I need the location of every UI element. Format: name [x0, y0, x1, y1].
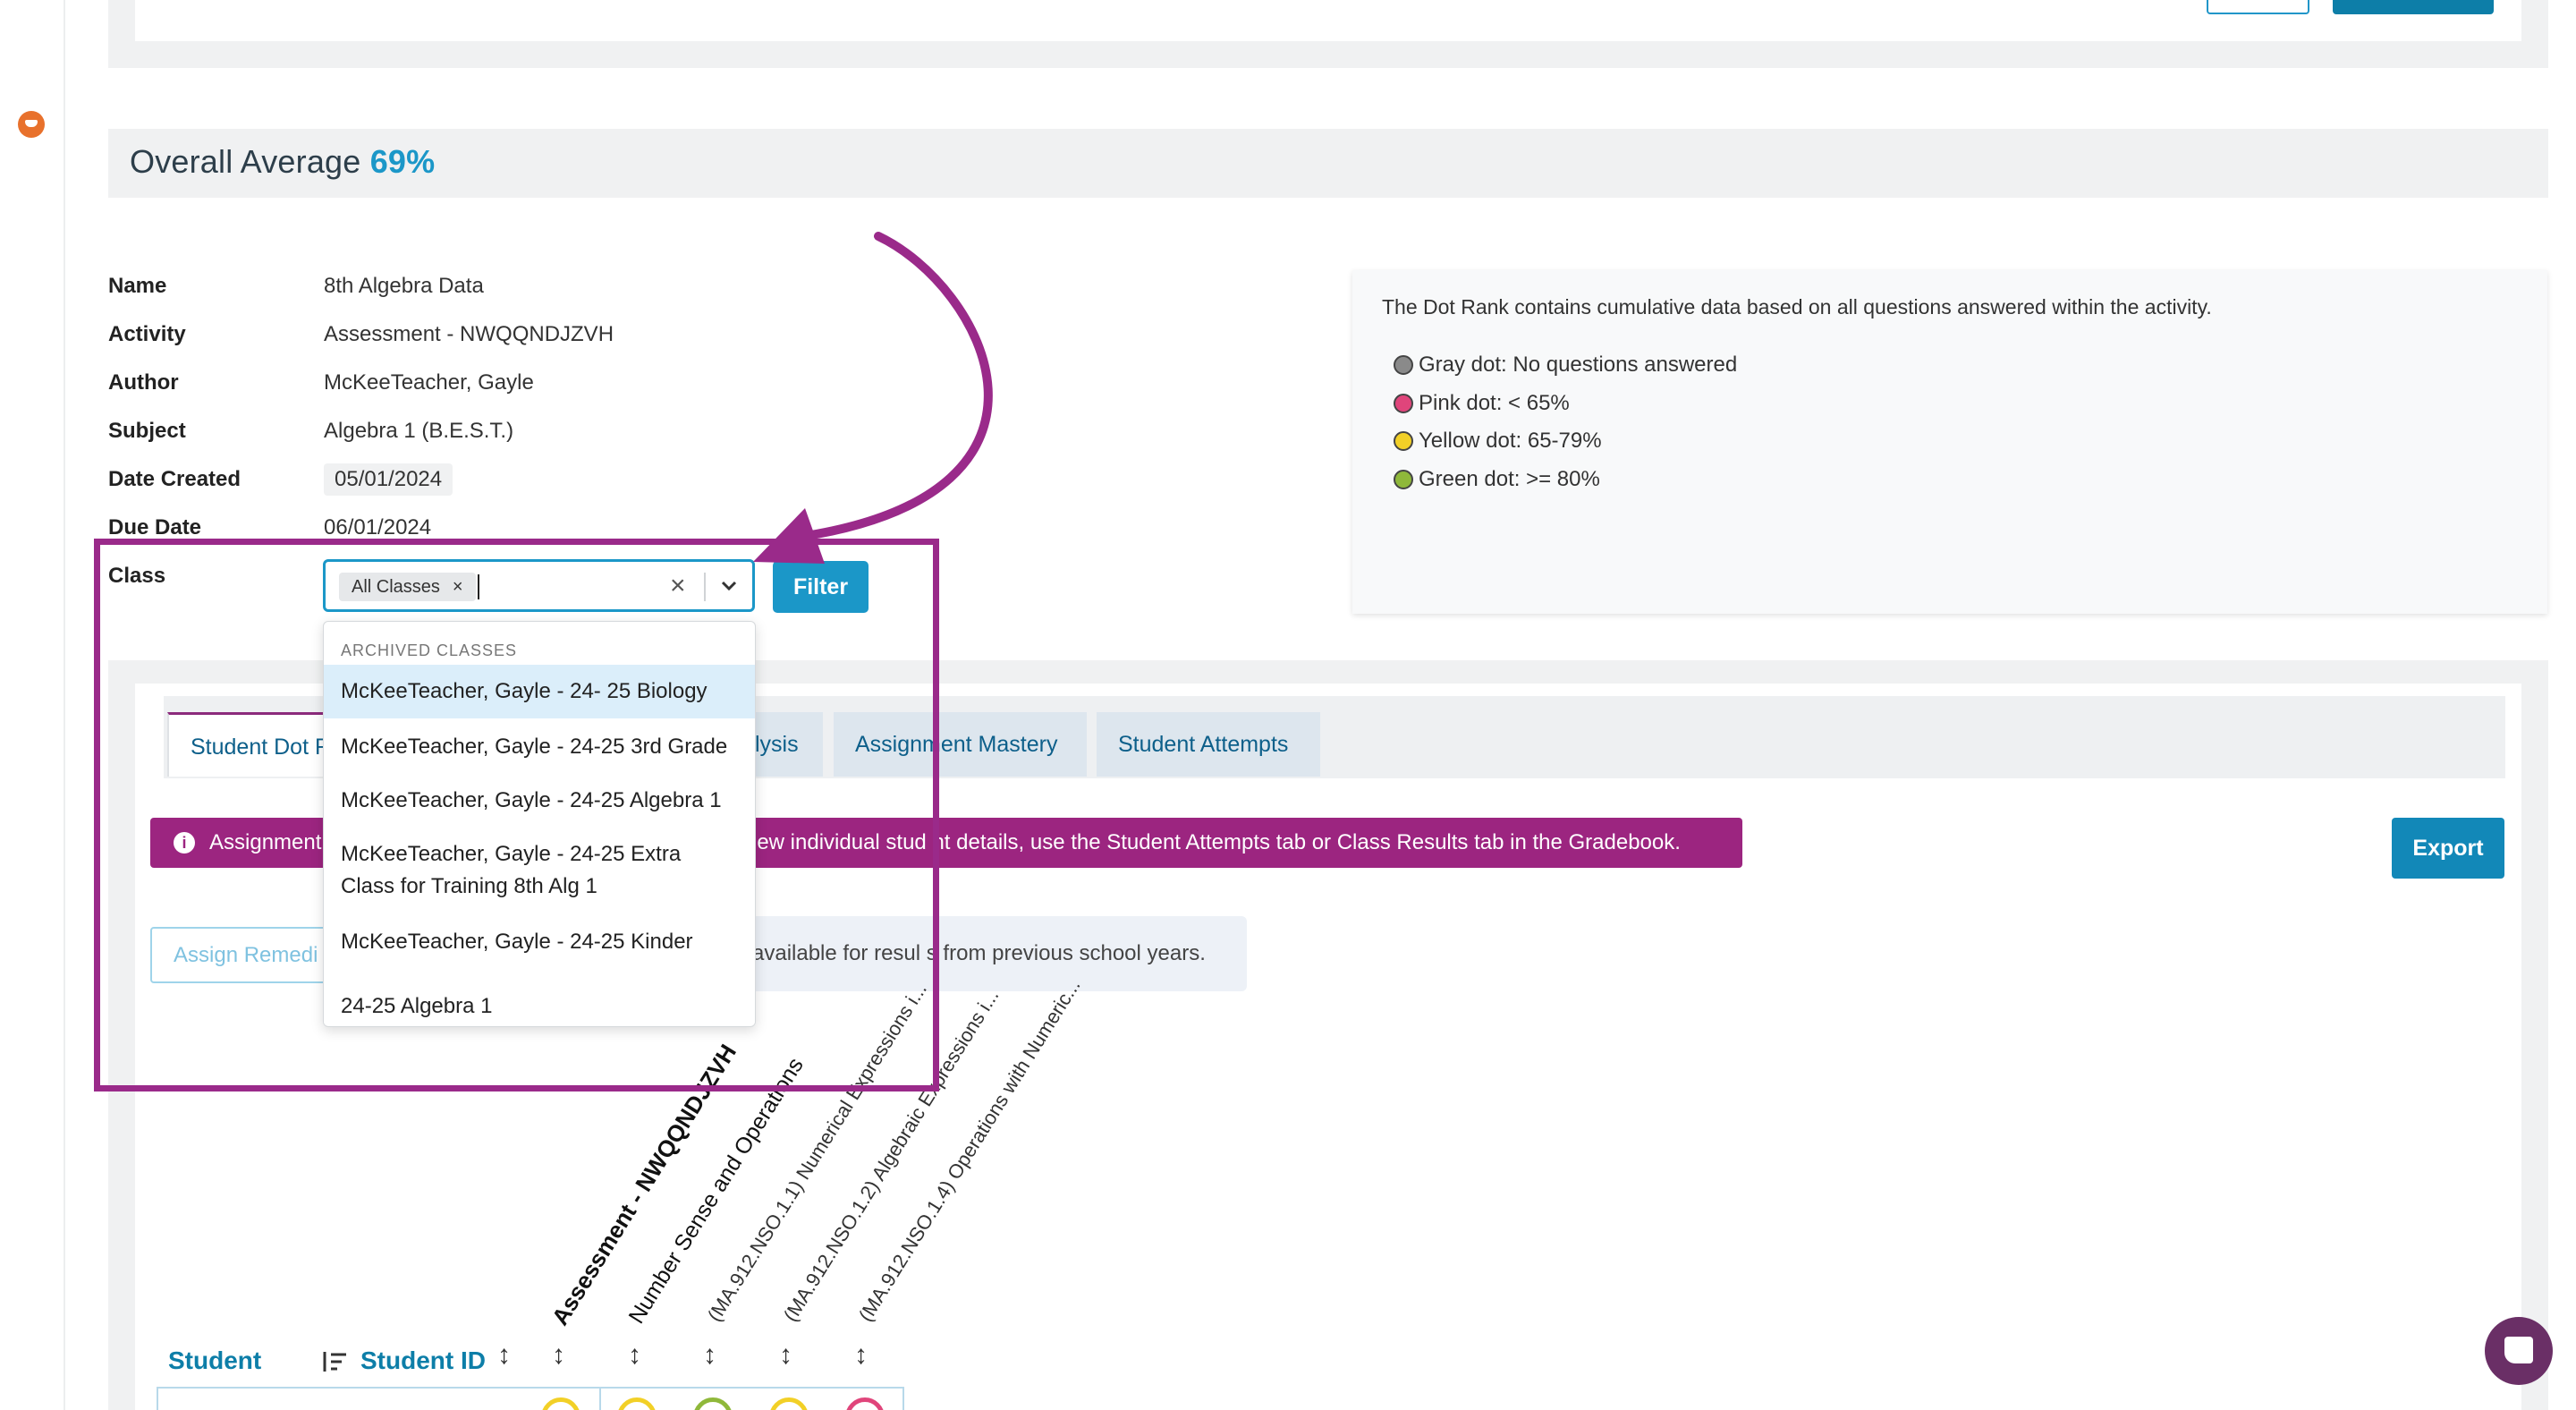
student-column-header[interactable]: Student [168, 1346, 261, 1375]
info-label-author: Author [108, 370, 179, 395]
sort-arrows-icon[interactable]: ↕ [779, 1340, 792, 1371]
info-label-activity: Activity [108, 322, 186, 346]
info-label-subject: Subject [108, 419, 186, 443]
overall-average-bar [108, 129, 2548, 198]
overall-average-title: Overall Average 69% [130, 143, 435, 181]
pink-dot-icon [1394, 394, 1413, 413]
chat-help-button[interactable] [2485, 1317, 2553, 1385]
sort-arrows-icon[interactable]: ↕ [703, 1340, 716, 1371]
info-value-due-date: 06/01/2024 [324, 515, 432, 539]
legend-intro: The Dot Rank contains cumulative data ba… [1382, 295, 2212, 319]
top-panel-inner [135, 0, 2521, 41]
tab-student-attempts[interactable]: Student Attempts [1097, 712, 1320, 777]
info-value-subject: Algebra 1 (B.E.S.T.) [324, 419, 514, 443]
info-value-author: McKeeTeacher, Gayle [324, 370, 534, 395]
annotation-highlight-box [94, 539, 939, 1091]
info-label-date-created: Date Created [108, 467, 242, 491]
top-outline-button[interactable] [2207, 0, 2309, 14]
info-value-activity: Assessment - NWQQNDJZVH [324, 322, 614, 346]
legend-item-label: Yellow dot: 65-79% [1419, 429, 1602, 453]
export-button[interactable]: Export [2392, 818, 2504, 879]
left-rail [0, 0, 65, 1410]
info-label-name: Name [108, 274, 167, 298]
info-value-date-created: 05/01/2024 [324, 463, 453, 496]
sort-arrows-icon[interactable]: ↕ [552, 1340, 565, 1371]
annotation-arrow-icon [753, 232, 993, 564]
sort-ascending-icon[interactable] [322, 1349, 349, 1374]
legend-item-green: Green dot: >= 80% [1394, 467, 1600, 492]
overall-average-value: 69% [369, 143, 436, 180]
info-value-name: 8th Algebra Data [324, 274, 484, 298]
legend-item-label: Green dot: >= 80% [1419, 467, 1600, 491]
table-divider [599, 1389, 601, 1410]
legend-item-yellow: Yellow dot: 65-79% [1394, 429, 1602, 454]
overall-average-label: Overall Average [130, 143, 361, 180]
info-label-due-date: Due Date [108, 515, 202, 539]
dot-rank-legend: The Dot Rank contains cumulative data ba… [1352, 270, 2547, 614]
sort-arrows-icon[interactable]: ↕ [854, 1340, 868, 1371]
sort-arrows-icon[interactable]: ↕ [497, 1340, 511, 1371]
legend-item-label: Gray dot: No questions answered [1419, 352, 1738, 377]
gray-dot-icon [1394, 355, 1413, 375]
green-dot-icon [1394, 470, 1413, 489]
legend-item-label: Pink dot: < 65% [1419, 391, 1570, 415]
top-primary-button[interactable] [2333, 0, 2494, 14]
sort-arrows-icon[interactable]: ↕ [628, 1340, 641, 1371]
graduation-cap-icon[interactable] [18, 111, 45, 138]
student-id-column-header[interactable]: Student ID [360, 1346, 486, 1375]
legend-item-gray: Gray dot: No questions answered [1394, 352, 1737, 378]
yellow-dot-icon [1394, 431, 1413, 451]
legend-item-pink: Pink dot: < 65% [1394, 391, 1570, 416]
